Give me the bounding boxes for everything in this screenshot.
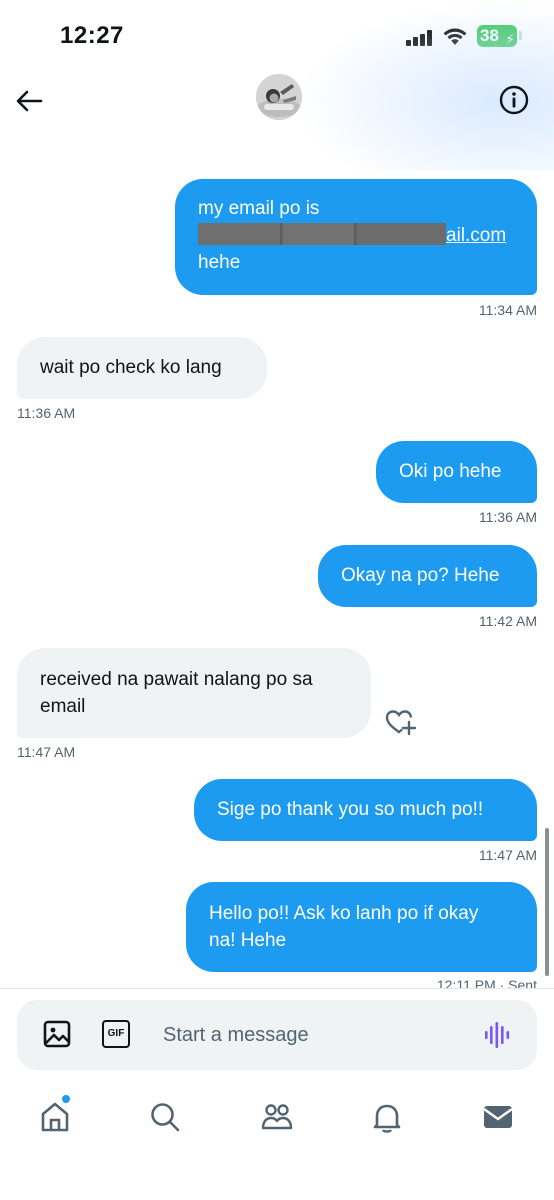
- redacted-block: [198, 223, 446, 245]
- message-bubble-sent[interactable]: my email po is ail.com hehe: [175, 179, 537, 295]
- home-icon[interactable]: [38, 1100, 72, 1134]
- home-notification-dot: [62, 1095, 70, 1103]
- message-text: ail.com: [198, 222, 514, 249]
- arrow-left-icon[interactable]: [14, 86, 44, 116]
- battery-cap: [519, 31, 522, 40]
- message-timestamp: 12:11 PM · Sent: [436, 977, 537, 988]
- message-text: na! Hehe: [209, 930, 287, 951]
- voice-message-icon[interactable]: [482, 1020, 512, 1050]
- status-bar: 12:27 38 ⚡: [0, 0, 554, 70]
- message-text: Sige po thank you so much po!!: [217, 799, 484, 820]
- message-text: Hello po!! Ask ko lanh po if okay: [209, 903, 479, 924]
- battery-level: 38: [480, 26, 499, 45]
- message-text: Oki po hehe: [399, 461, 502, 482]
- message-text: wait po check ko lang: [40, 357, 222, 378]
- message-bubble-sent[interactable]: Oki po hehe: [376, 441, 537, 503]
- notifications-icon[interactable]: [370, 1100, 404, 1134]
- message-text: my email po is: [198, 198, 320, 219]
- message-timestamp: 11:36 AM: [478, 509, 537, 525]
- message-timestamp: 11:34 AM: [478, 302, 537, 318]
- status-time: 12:27: [60, 22, 124, 49]
- add-reaction-icon[interactable]: [384, 707, 416, 737]
- message-timestamp: 11:47 AM: [478, 847, 537, 863]
- message-text: Okay na po? Hehe: [341, 565, 500, 586]
- message-timestamp: 11:42 AM: [478, 613, 537, 629]
- message-bubble-sent[interactable]: Okay na po? Hehe: [318, 545, 537, 607]
- messages-icon[interactable]: [481, 1100, 515, 1134]
- message-bubble-sent[interactable]: Hello po!! Ask ko lanh po if okay na! He…: [186, 882, 537, 972]
- message-text: hehe: [198, 252, 241, 273]
- email-link[interactable]: ail.com: [446, 225, 506, 246]
- gif-button[interactable]: GIF: [102, 1020, 130, 1048]
- message-bubble-sent[interactable]: Sige po thank you so much po!!: [194, 779, 537, 841]
- wifi-icon: [443, 28, 467, 45]
- message-bubble-received[interactable]: wait po check ko lang: [17, 337, 267, 399]
- message-input[interactable]: [163, 1018, 463, 1052]
- message-timestamp: 11:36 AM: [17, 405, 76, 421]
- contact-avatar[interactable]: [256, 74, 302, 120]
- message-bubble-received[interactable]: received na pawait nalang po sa email: [17, 648, 371, 738]
- composer-divider: [0, 988, 554, 989]
- image-icon[interactable]: [42, 1019, 72, 1049]
- avatar-image: [256, 74, 302, 120]
- battery-indicator: 38 ⚡: [477, 25, 517, 47]
- message-text: email: [40, 696, 86, 717]
- scrollbar[interactable]: [545, 828, 549, 976]
- message-timestamp: 11:47 AM: [17, 744, 76, 760]
- message-list[interactable]: my email po is ail.com hehe 11:34 AM wai…: [0, 160, 554, 988]
- cellular-signal-icon: [406, 30, 432, 46]
- bottom-navigation: [0, 1080, 554, 1200]
- charging-bolt-icon: ⚡: [505, 31, 515, 47]
- communities-icon[interactable]: [260, 1100, 294, 1134]
- search-icon[interactable]: [148, 1100, 182, 1134]
- message-text: received na pawait nalang po sa: [40, 669, 313, 690]
- info-circle-icon[interactable]: [498, 84, 530, 116]
